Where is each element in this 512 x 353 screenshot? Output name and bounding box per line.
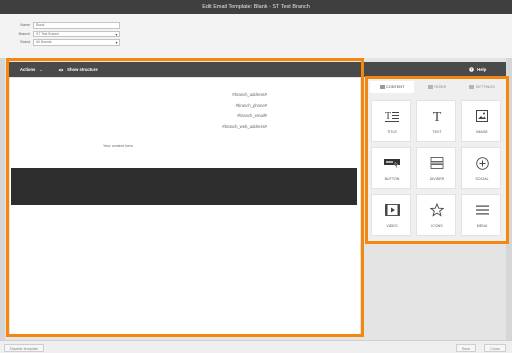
svg-text:?: ? — [470, 68, 472, 72]
chevron-down-icon: ▾ — [115, 31, 118, 37]
brand-value: All Brands — [36, 40, 52, 44]
branch-select[interactable]: ST Test Branch ▾ — [33, 30, 120, 37]
branch-value: ST Test Branch — [36, 31, 60, 36]
brand-row: Brand All Brands ▾ — [0, 39, 140, 46]
name-label: Name — [20, 23, 30, 27]
chevron-down-icon: ▾ — [115, 40, 118, 45]
branch-row: Branch ST Test Branch ▾ — [0, 30, 140, 38]
window-title: Edit Email Template: Blank - ST Test Bra… — [0, 0, 512, 14]
help-button[interactable]: ? Help — [469, 62, 486, 77]
branch-label: Branch — [18, 31, 30, 36]
brand-select[interactable]: All Brands ▾ — [33, 39, 120, 46]
brand-label: Brand — [20, 40, 30, 44]
disable-template-button[interactable]: Disable template — [4, 343, 44, 352]
name-row: Name Blank — [0, 22, 140, 29]
save-button[interactable]: Save — [456, 343, 476, 352]
help-icon: ? — [469, 67, 474, 73]
footer-bar: Disable template Save Close — [0, 340, 512, 353]
highlight-stage-frame — [6, 58, 364, 337]
highlight-sidebar-frame — [365, 76, 509, 244]
template-form: Name Blank Branch ST Test Branch ▾ Brand… — [0, 14, 512, 58]
name-field[interactable]: Blank — [33, 22, 120, 29]
close-button[interactable]: Close — [484, 343, 506, 352]
help-label: Help — [477, 67, 487, 72]
